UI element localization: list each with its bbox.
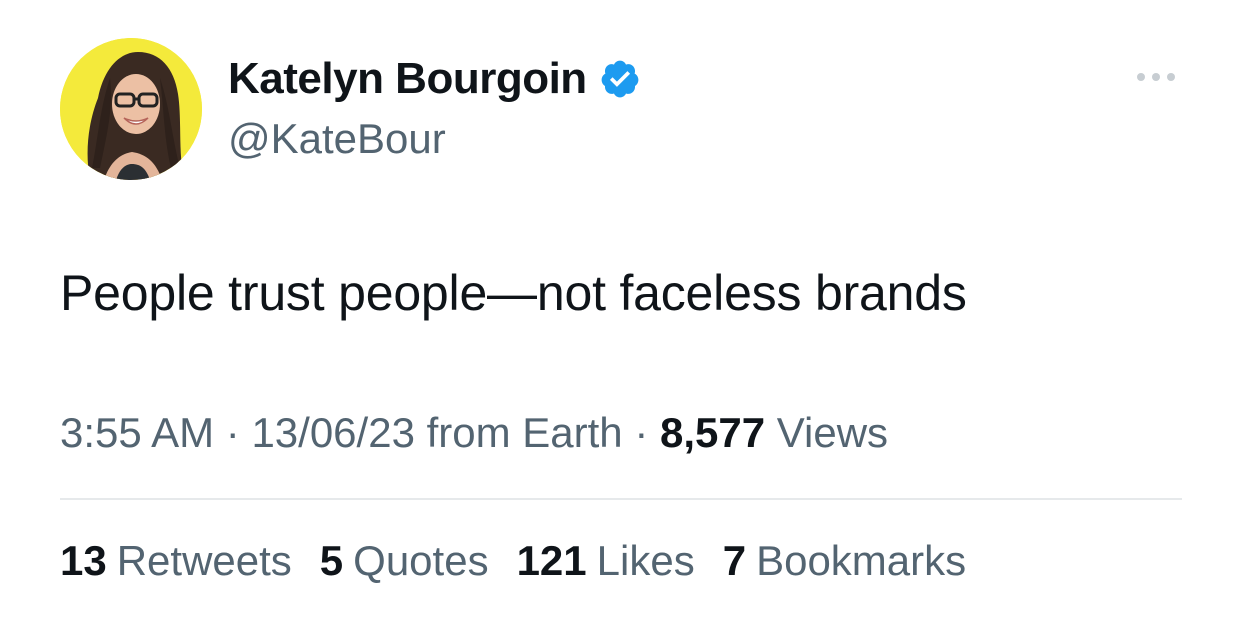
likes-stat[interactable]: 121 Likes — [517, 537, 695, 585]
retweets-label: Retweets — [116, 537, 292, 584]
divider — [60, 498, 1182, 500]
tweet-date[interactable]: 13/06/23 — [251, 409, 415, 456]
author-display-name[interactable]: Katelyn Bourgoin — [228, 54, 587, 104]
likes-label: Likes — [596, 537, 695, 584]
more-options-button[interactable] — [1131, 64, 1181, 90]
verified-badge-icon — [599, 58, 641, 100]
author-handle[interactable]: @KateBour — [228, 115, 446, 163]
more-horizontal-icon — [1137, 73, 1175, 81]
author-name-row: Katelyn Bourgoin — [228, 54, 641, 104]
retweets-count: 13 — [60, 537, 107, 584]
tweet-text: People trust people—not faceless brands — [60, 265, 967, 321]
views-count: 8,577 — [660, 409, 766, 456]
tweet-meta: 3:55 AM · 13/06/23 from Earth · 8,577 Vi… — [60, 409, 888, 457]
tweet-source: from Earth — [414, 409, 623, 456]
quotes-stat[interactable]: 5 Quotes — [320, 537, 489, 585]
bookmarks-stat[interactable]: 7 Bookmarks — [723, 537, 966, 585]
likes-count: 121 — [516, 537, 587, 584]
tweet-time[interactable]: 3:55 AM — [60, 409, 214, 456]
quotes-label: Quotes — [353, 537, 489, 584]
tweet-card: Katelyn Bourgoin @KateBour People trust … — [0, 0, 1242, 624]
views-label: Views — [765, 409, 889, 456]
bookmarks-label: Bookmarks — [756, 537, 967, 584]
bookmarks-count: 7 — [722, 537, 747, 584]
retweets-stat[interactable]: 13 Retweets — [60, 537, 292, 585]
meta-separator: · — [622, 409, 660, 456]
engagement-stats: 13 Retweets 5 Quotes 121 Likes 7 Bookmarks — [60, 537, 994, 585]
meta-separator: · — [214, 409, 252, 456]
quotes-count: 5 — [319, 537, 344, 584]
avatar[interactable] — [60, 38, 202, 180]
avatar-photo — [60, 38, 202, 180]
